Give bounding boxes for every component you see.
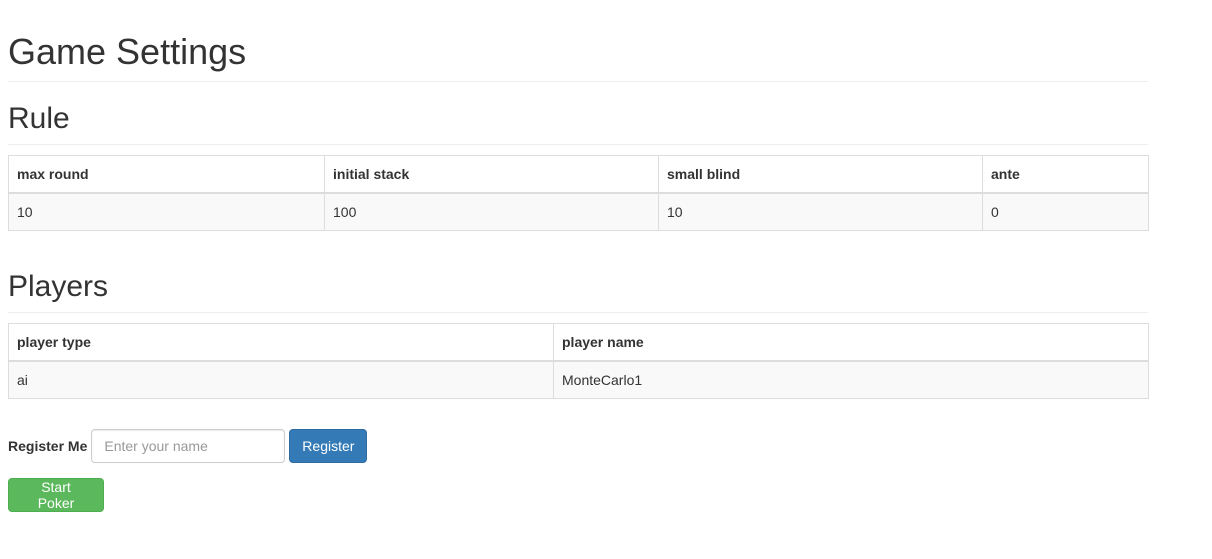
page-title: Game Settings (8, 0, 1148, 82)
register-form: Register Me Register (8, 429, 1148, 463)
rule-section: Rule max round initial stack small blind… (8, 102, 1149, 231)
players-heading: Players (8, 270, 1148, 313)
table-row: ai MonteCarlo1 (8, 360, 1149, 399)
small-blind-value: 10 (658, 192, 983, 231)
ante-value: 0 (982, 192, 1149, 231)
column-header-initial-stack: initial stack (324, 155, 659, 194)
register-label: Register Me (8, 438, 88, 454)
column-header-ante: ante (982, 155, 1149, 194)
column-header-small-blind: small blind (658, 155, 983, 194)
rule-header-row: max round initial stack small blind ante (8, 155, 1149, 194)
game-settings-container: Game Settings Rule max round initial sta… (8, 0, 1149, 512)
name-input[interactable] (91, 429, 286, 463)
column-header-max-round: max round (8, 155, 325, 194)
column-header-player-type: player type (8, 323, 554, 362)
player-type-value: ai (8, 360, 554, 399)
start-poker-button[interactable]: Start Poker (8, 478, 104, 512)
players-section: Players player type player name ai Monte… (8, 270, 1149, 399)
max-round-value: 10 (8, 192, 325, 231)
column-header-player-name: player name (553, 323, 1149, 362)
players-table: player type player name ai MonteCarlo1 (8, 323, 1149, 399)
table-row: 10 100 10 0 (8, 192, 1149, 231)
rule-heading: Rule (8, 102, 1148, 145)
player-name-value: MonteCarlo1 (553, 360, 1149, 399)
initial-stack-value: 100 (324, 192, 659, 231)
register-button[interactable]: Register (289, 429, 368, 463)
players-header-row: player type player name (8, 323, 1149, 362)
rule-table: max round initial stack small blind ante… (8, 155, 1149, 231)
